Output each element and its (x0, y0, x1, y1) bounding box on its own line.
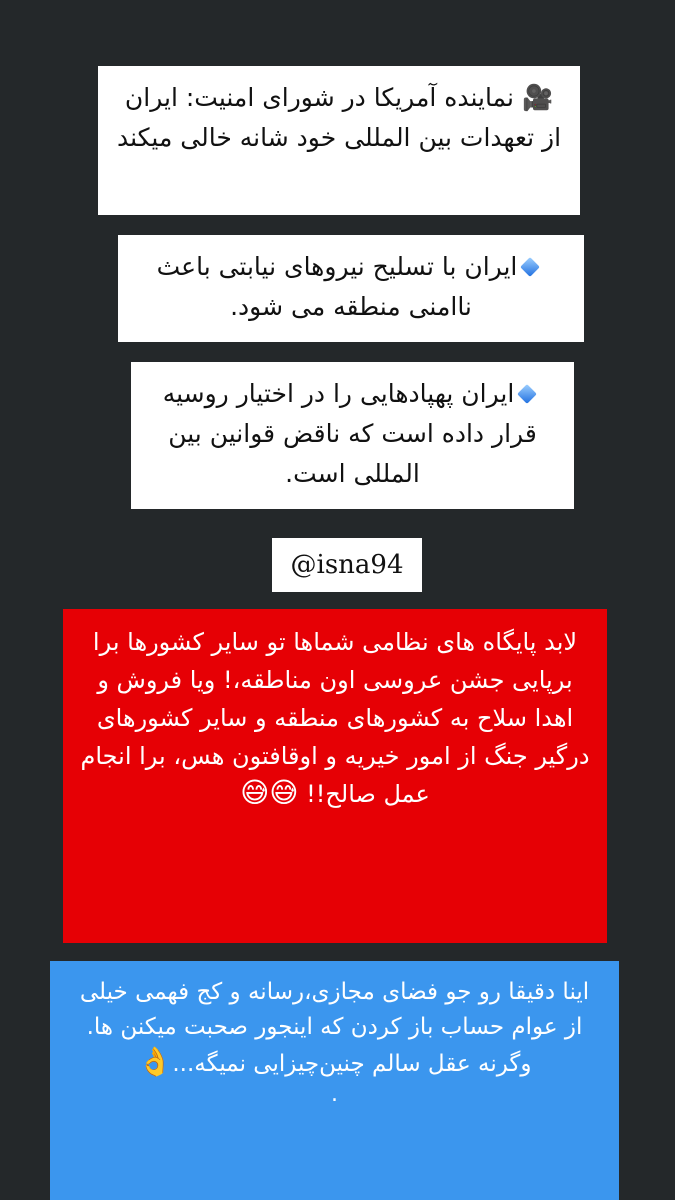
red-comment-text: لابد پایگاه های نظامی شماها تو سایر کشور… (80, 628, 590, 808)
point-text-1: ایران با تسلیح نیروهای نیابتی باعث ناامن… (156, 252, 518, 321)
point-card-1: ایران با تسلیح نیروهای نیابتی باعث ناامن… (118, 235, 584, 342)
point-text-2: ایران پهپادهایی را در اختیار روسیه قرار … (162, 379, 537, 488)
movie-camera-icon: 🎥 (521, 83, 554, 112)
headline-card: 🎥 نماینده آمریکا در شورای امنیت: ایران ا… (98, 66, 580, 215)
blue-diamond-icon (520, 257, 541, 277)
source-handle: @isna94 (272, 538, 422, 592)
headline-text: نماینده آمریکا در شورای امنیت: ایران از … (116, 83, 562, 152)
red-comment-card: لابد پایگاه های نظامی شماها تو سایر کشور… (63, 609, 607, 943)
point-card-2: ایران پهپادهایی را در اختیار روسیه قرار … (131, 362, 574, 509)
sweat-smile-emoji-icon: 😅😅 (240, 776, 299, 809)
blue-diamond-icon (517, 384, 538, 404)
blue-comment-card: اینا دقیقا رو جو فضای مجازی،رسانه و کج ف… (50, 961, 619, 1200)
trailing-dot: . (331, 1082, 338, 1107)
ok-hand-emoji-icon: 👌 (137, 1045, 173, 1078)
